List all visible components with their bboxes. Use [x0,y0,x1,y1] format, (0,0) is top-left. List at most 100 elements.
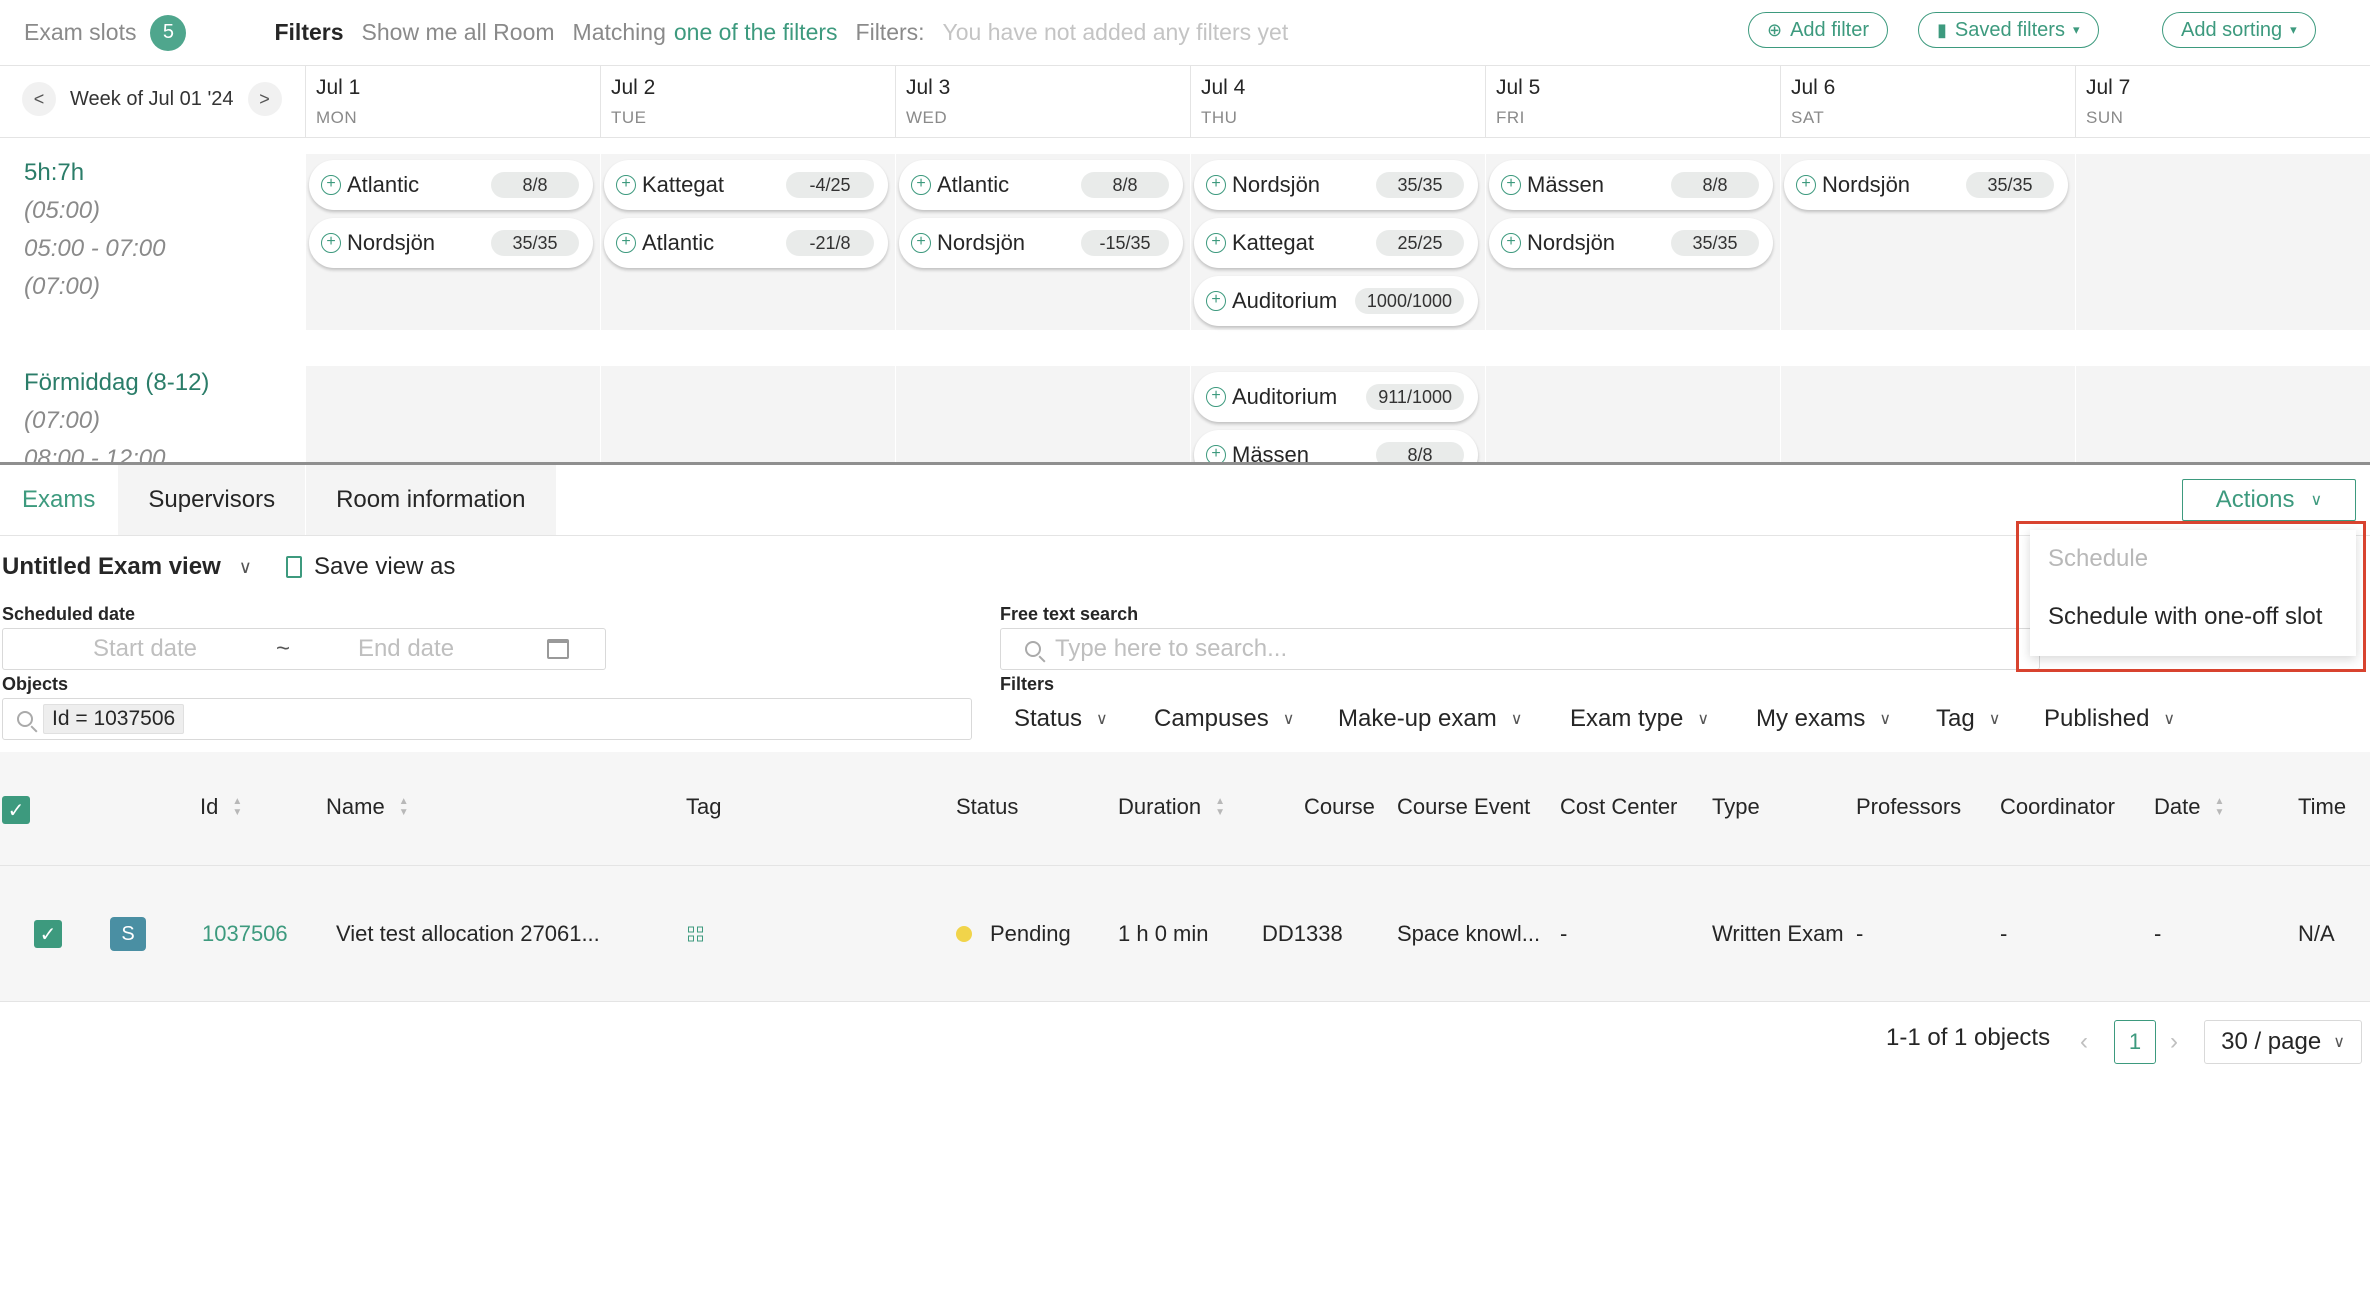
end-date-input[interactable]: End date [301,635,511,663]
calendar-cell[interactable]: + Nordsjön 35/35 + Kattegat 25/25 + Auditorium 1… [1190,154,1485,330]
calendar-cell[interactable]: + Kattegat -4/25 + Atlantic -21/8 [600,154,895,330]
filter-dropdown[interactable]: My exams ∨ [1756,705,1891,733]
room-slot[interactable]: + Kattegat 25/25 [1194,218,1478,268]
show-me-all-room[interactable]: Show me all Room [362,19,555,46]
start-date-input[interactable]: Start date [25,635,265,663]
room-slot[interactable]: + Atlantic 8/8 [309,160,593,210]
room-capacity: 35/35 [1376,172,1464,198]
room-slot[interactable]: + Atlantic 8/8 [899,160,1183,210]
calendar-cell[interactable]: + Nordsjön 35/35 [1780,154,2075,330]
column-header-id-label: Id [200,794,219,819]
calendar-cell[interactable] [305,366,600,462]
room-name: Atlantic [937,172,1010,197]
next-page-button[interactable]: › [2170,1028,2178,1056]
add-slot-icon[interactable]: + [911,175,931,195]
filter-dropdown-label: Make-up exam [1338,705,1497,732]
row-checkbox[interactable]: ✓ [34,920,62,948]
page-size-select[interactable]: 30 / page ∨ [2204,1020,2362,1064]
week-navigation: < Week of Jul 01 '24 > [22,82,282,116]
room-slot[interactable]: + Auditorium 1000/1000 [1194,276,1478,326]
objects-label: Objects [2,674,69,694]
add-sorting-button[interactable]: Add sorting ▾ [2162,12,2316,48]
filter-dropdown[interactable]: Make-up exam ∨ [1338,705,1522,733]
filter-dropdown[interactable]: Exam type ∨ [1570,705,1709,733]
time-row-start: (05:00) [24,197,101,224]
calendar-cell[interactable] [2075,154,2370,330]
column-header-id[interactable]: Id ▲ ▼ [200,794,242,820]
room-slot[interactable]: + Auditorium 911/1000 [1194,372,1478,422]
prev-page-button[interactable]: ‹ [2080,1028,2088,1056]
current-page-button[interactable]: 1 [2114,1020,2156,1064]
add-slot-icon[interactable]: + [1206,233,1226,253]
add-slot-icon[interactable]: + [1206,291,1226,311]
calendar-cell[interactable] [1780,366,2075,462]
add-slot-icon[interactable]: + [321,175,341,195]
matching-mode-link[interactable]: one of the filters [674,19,838,46]
next-week-button[interactable]: > [247,82,282,116]
filter-dropdown[interactable]: Campuses ∨ [1154,705,1294,733]
room-slot[interactable]: + Nordsjön 35/35 [1194,160,1478,210]
calendar-cell[interactable]: + Atlantic 8/8 + Nordsjön -15/35 [895,154,1190,330]
prev-week-button[interactable]: < [22,82,56,116]
actions-button[interactable]: Actions ∨ [2182,479,2356,521]
actions-label: Actions [2215,486,2295,513]
room-slot[interactable]: + Atlantic -21/8 [604,218,888,268]
room-slot[interactable]: + Mässen 8/8 [1489,160,1773,210]
add-filter-button[interactable]: ⊕ Add filter [1748,12,1889,48]
row-id-link[interactable]: 1037506 [202,921,288,947]
room-slot[interactable]: + Kattegat -4/25 [604,160,888,210]
calendar-cell[interactable] [895,366,1190,462]
free-text-search-input[interactable]: Type here to search... [1000,628,2040,670]
add-slot-icon[interactable]: + [616,233,636,253]
tag-icon[interactable] [688,926,703,942]
slot-count-badge: 5 [150,14,187,51]
select-all-checkbox[interactable]: ✓ [2,796,30,824]
column-header-time: Time [2298,794,2347,819]
objects-filter-chip[interactable]: Id = 1037506 [43,704,185,734]
add-slot-icon[interactable]: + [1796,175,1816,195]
calendar-cell[interactable] [600,366,895,462]
room-slot[interactable]: + Nordsjön 35/35 [1784,160,2068,210]
day-weekday: MON [316,108,358,127]
room-slot[interactable]: + Nordsjön 35/35 [309,218,593,268]
filter-dropdown[interactable]: Status ∨ [1014,705,1108,733]
calendar-cell[interactable] [1485,366,1780,462]
add-slot-icon[interactable]: + [321,233,341,253]
saved-filters-button[interactable]: ▮ Saved filters ▾ [1918,12,2099,48]
room-capacity: 35/35 [1671,230,1759,256]
chevron-down-icon: ∨ [2163,711,2176,728]
plus-circle-icon: ⊕ [1767,19,1783,40]
tab-room-information[interactable]: Room information [306,465,557,535]
calendar-cell[interactable]: + Mässen 8/8 + Nordsjön 35/35 [1485,154,1780,330]
room-capacity: 8/8 [1081,172,1169,198]
room-slot[interactable]: + Nordsjön 35/35 [1489,218,1773,268]
add-slot-icon[interactable]: + [911,233,931,253]
tab-exams[interactable]: Exams [0,465,119,535]
calendar-cell[interactable]: + Auditorium 911/1000 + Mässen 8/8 [1190,366,1485,462]
room-slot[interactable]: + Mässen 8/8 [1194,430,1478,462]
add-slot-icon[interactable]: + [616,175,636,195]
add-slot-icon[interactable]: + [1206,175,1226,195]
tab-supervisors[interactable]: Supervisors [118,465,307,535]
calendar-cell[interactable]: + Atlantic 8/8 + Nordsjön 35/35 [305,154,600,330]
add-slot-icon[interactable]: + [1501,233,1521,253]
filter-dropdown[interactable]: Tag ∨ [1936,705,2000,733]
column-header-date[interactable]: Date ▲ ▼ [2154,794,2224,820]
view-selector[interactable]: Untitled Exam view ∨ [2,553,252,581]
column-header-duration[interactable]: Duration ▲ ▼ [1118,794,1225,820]
add-slot-icon[interactable]: + [1206,387,1226,407]
add-slot-icon[interactable]: + [1206,445,1226,462]
save-view-as-button[interactable]: Save view as [286,553,455,581]
column-header-professors: Professors [1856,794,1962,819]
scheduled-date-range[interactable]: Start date ~ End date [2,628,606,670]
room-slot[interactable]: + Nordsjön -15/35 [899,218,1183,268]
bottom-tabs: Exams Supervisors Room information [0,465,557,535]
column-header-name[interactable]: Name ▲ ▼ [326,794,409,820]
room-name: Auditorium [1232,288,1338,313]
add-slot-icon[interactable]: + [1501,175,1521,195]
calendar-cell[interactable] [2075,366,2370,462]
objects-filter-input[interactable]: Id = 1037506 [2,698,972,740]
filter-dropdown[interactable]: Published ∨ [2044,705,2175,733]
view-name: Untitled Exam view [2,553,221,580]
day-header: Jul 4 THU [1190,66,1485,138]
